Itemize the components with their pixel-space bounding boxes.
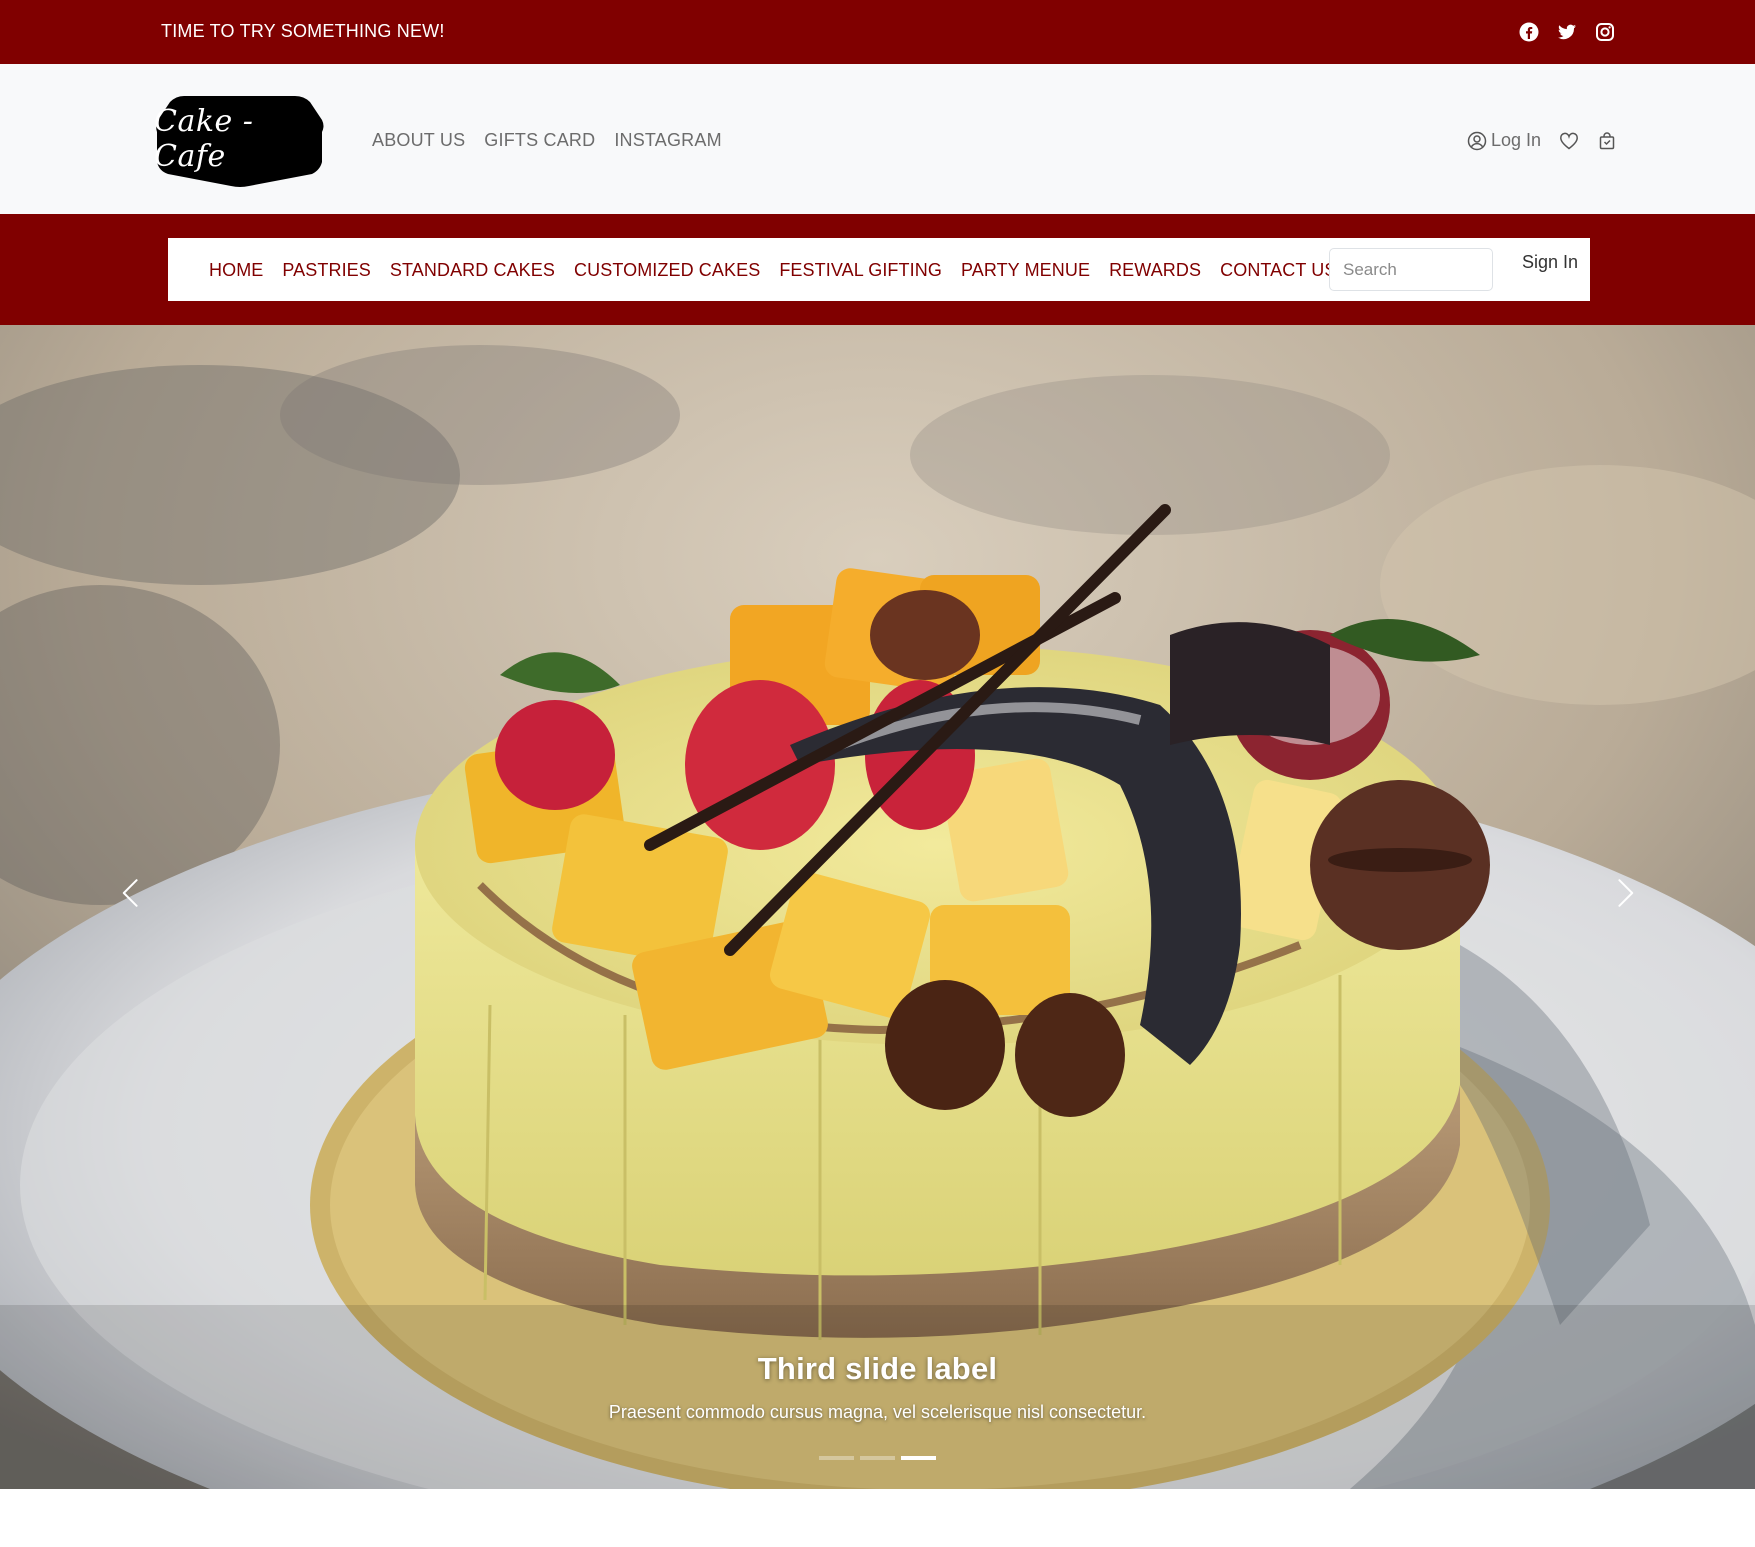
instagram-link[interactable]: INSTAGRAM — [614, 130, 721, 151]
twitter-icon[interactable] — [1557, 22, 1577, 42]
secondary-nav: ABOUT US GIFTS CARD INSTAGRAM — [372, 130, 722, 151]
hero-carousel: Third slide label Praesent commodo cursu… — [0, 325, 1755, 1489]
caption-text: Praesent commodo cursus magna, vel scele… — [608, 1402, 1147, 1422]
carousel-indicator-1[interactable] — [819, 1456, 854, 1460]
instagram-icon[interactable] — [1595, 22, 1615, 42]
user-actions: Log In — [1467, 130, 1617, 151]
announcement-text: TIME TO TRY SOMETHING NEW! — [161, 21, 445, 41]
login-link[interactable]: Log In — [1467, 130, 1541, 151]
nav-item-customized-cakes[interactable]: CUSTOMIZED CAKES — [574, 260, 760, 281]
search-input[interactable] — [1329, 248, 1493, 291]
announcement-bar: TIME TO TRY SOMETHING NEW! — [0, 0, 1755, 64]
heart-icon[interactable] — [1559, 131, 1579, 151]
nav-item-standard-cakes[interactable]: STANDARD CAKES — [390, 260, 555, 281]
gifts-card-link[interactable]: GIFTS CARD — [484, 130, 595, 151]
logo-text: Cake - Cafe — [154, 104, 254, 174]
main-nav: HOME PASTRIES STANDARD CAKES CUSTOMIZED … — [168, 238, 1590, 301]
about-us-link[interactable]: ABOUT US — [372, 130, 465, 151]
main-nav-band: HOME PASTRIES STANDARD CAKES CUSTOMIZED … — [0, 214, 1755, 325]
sign-in-button[interactable]: Sign In — [1522, 252, 1578, 273]
caption-title: Third slide label — [757, 1351, 998, 1386]
shopping-bag-icon[interactable] — [1597, 131, 1617, 151]
nav-item-rewards[interactable]: REWARDS — [1109, 260, 1201, 281]
carousel-indicators — [0, 1456, 1755, 1460]
carousel-next-button[interactable] — [1595, 865, 1655, 925]
nav-item-contact-us[interactable]: CONTACT US — [1220, 260, 1336, 281]
nav-item-home[interactable]: HOME — [209, 260, 263, 281]
nav-item-festival-gifting[interactable]: FESTIVAL GIFTING — [779, 260, 942, 281]
page-content-area — [0, 1489, 1755, 1547]
hero-image-cheesecake — [0, 325, 1755, 1489]
login-label: Log In — [1490, 130, 1541, 150]
chevron-left-icon — [119, 876, 143, 915]
nav-item-party-menue[interactable]: PARTY MENUE — [961, 260, 1090, 281]
carousel-indicator-3[interactable] — [901, 1456, 936, 1460]
facebook-icon[interactable] — [1519, 22, 1539, 42]
chevron-right-icon — [1613, 876, 1637, 915]
carousel-prev-button[interactable] — [101, 865, 161, 925]
site-header: Cake - Cafe ABOUT US GIFTS CARD INSTAGRA… — [0, 64, 1755, 214]
nav-item-pastries[interactable]: PASTRIES — [282, 260, 371, 281]
brand-logo[interactable]: Cake - Cafe — [154, 90, 325, 188]
user-circle-icon — [1467, 131, 1487, 151]
social-links — [1519, 22, 1615, 42]
nav-items: HOME PASTRIES STANDARD CAKES CUSTOMIZED … — [209, 260, 1336, 281]
carousel-indicator-2[interactable] — [860, 1456, 895, 1460]
